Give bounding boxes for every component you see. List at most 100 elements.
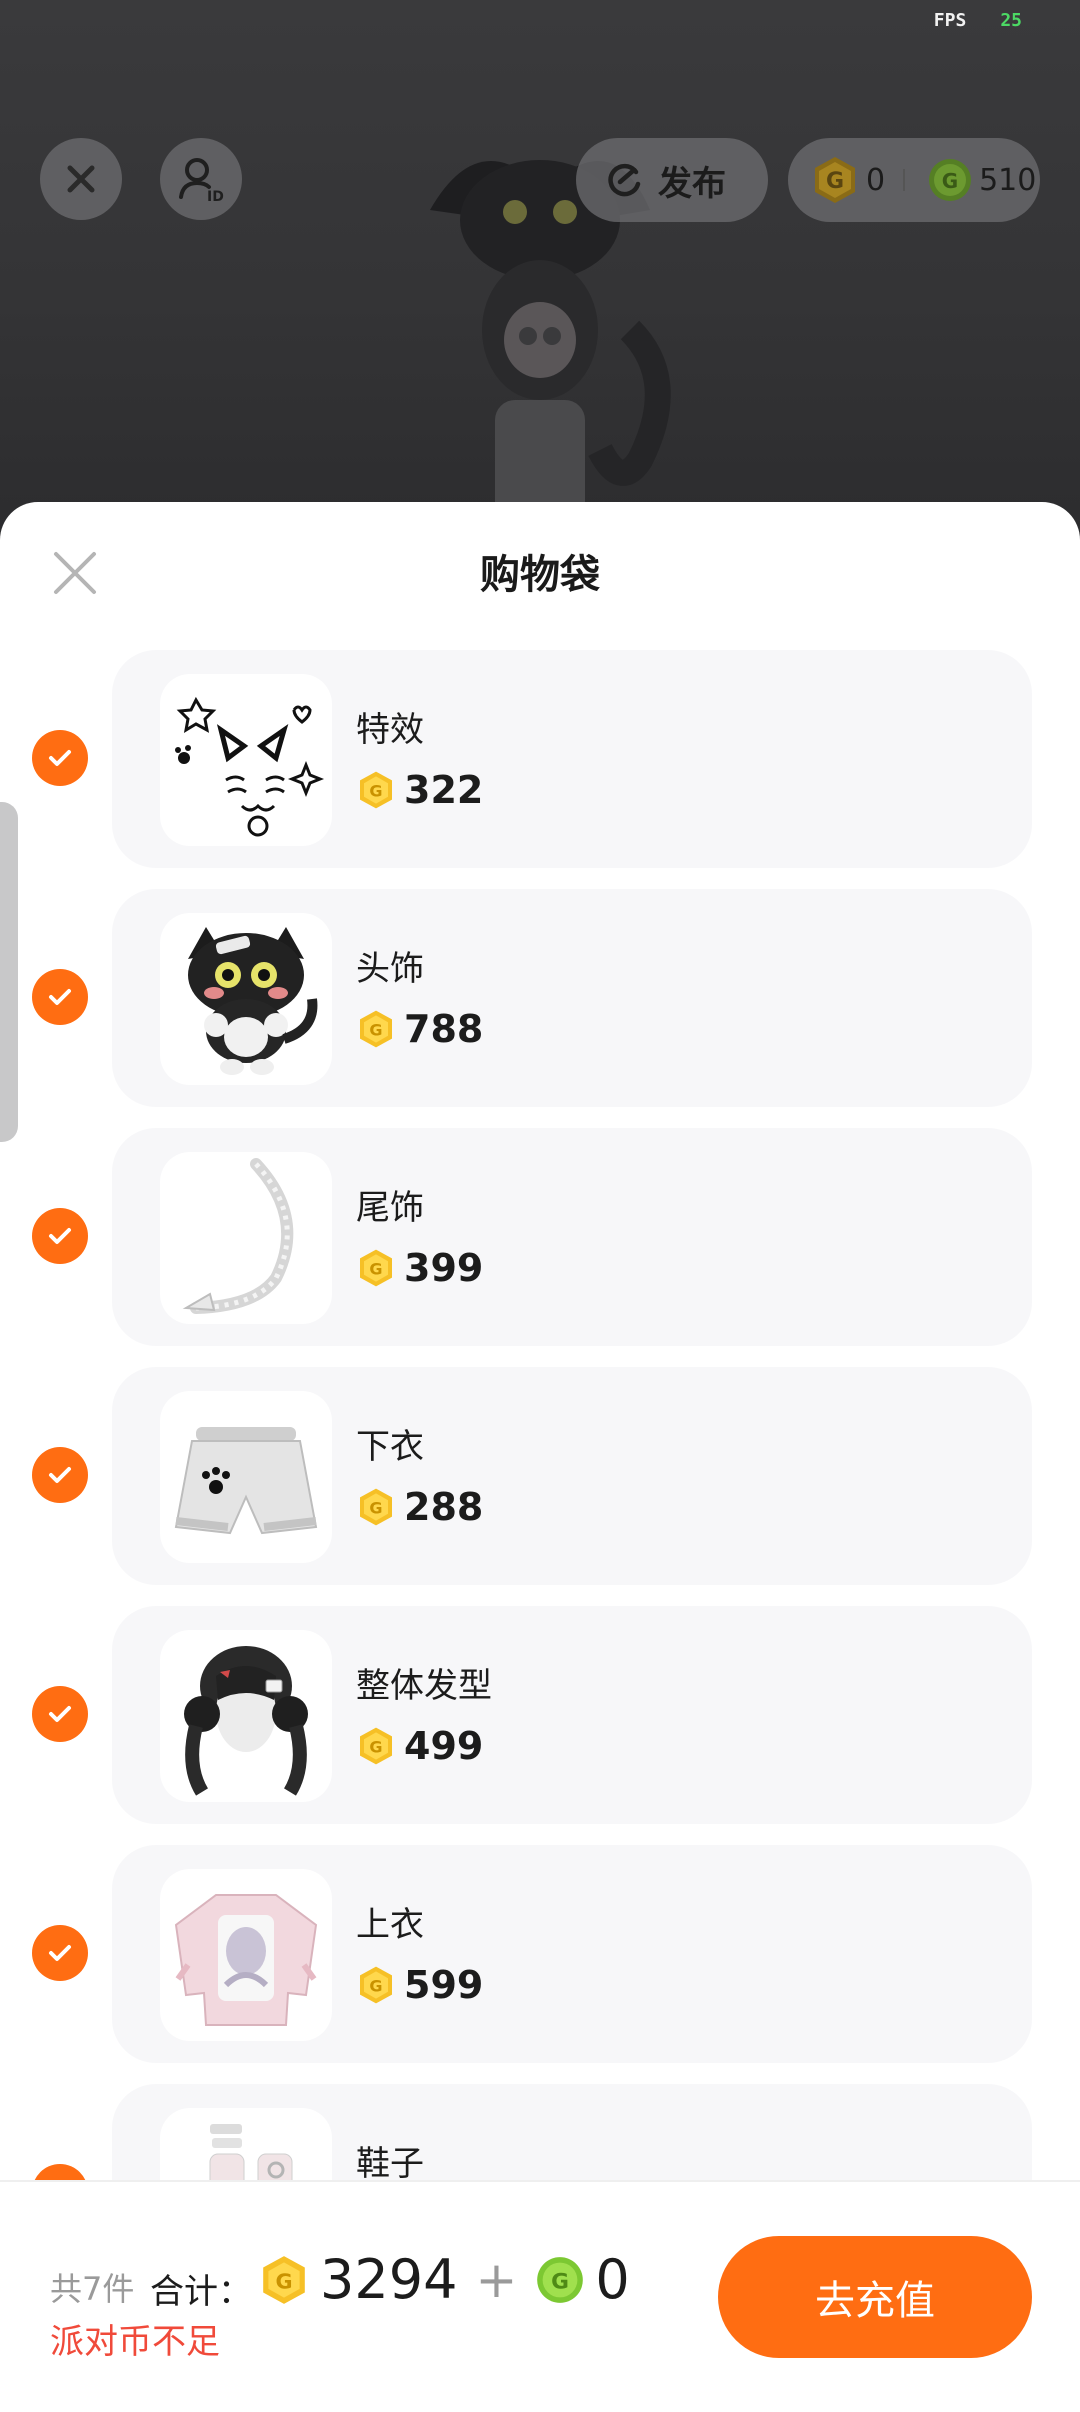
gold-coin-icon: G <box>360 771 392 809</box>
cart-item: 整体发型 G 499 <box>0 1606 1080 1824</box>
currency-balance-pill[interactable]: G 0 G 510 <box>788 138 1040 222</box>
user-id-icon: ID <box>179 158 224 203</box>
shorts-image <box>174 1427 318 1535</box>
total-amount: G 3294 + G 0 <box>258 2248 630 2311</box>
item-card[interactable]: 头饰 G 788 <box>112 889 1032 1107</box>
svg-text:G: G <box>369 1498 382 1517</box>
gold-coin-icon: G <box>360 1488 392 1526</box>
item-price-value: 499 <box>404 1724 484 1768</box>
item-name: 尾饰 <box>356 1188 424 1228</box>
item-thumbnail <box>160 913 332 1085</box>
sheet-title: 购物袋 <box>480 552 600 598</box>
game-scene: FPS 25 ID 发布 G 0 G 510 <box>0 0 1080 540</box>
item-price-value: 288 <box>404 1485 484 1529</box>
svg-text:ID: ID <box>207 189 224 203</box>
item-price: G 288 <box>356 1485 483 1529</box>
item-thumbnail <box>160 1630 332 1802</box>
fps-value: 25 <box>1000 10 1022 31</box>
cart-item: 上衣 G 599 <box>0 1845 1080 2063</box>
gold-coin-icon: G <box>360 1249 392 1287</box>
item-card[interactable]: 上衣 G 599 <box>112 1845 1032 2063</box>
fps-label: FPS <box>933 10 967 31</box>
item-thumbnail <box>160 674 332 846</box>
cart-item-list[interactable]: 特效 G 322 头饰 G 788 尾饰 G 399 下衣 G 288 整体发型… <box>0 650 1080 2180</box>
checkmark-icon <box>49 750 71 766</box>
item-thumbnail <box>160 2108 332 2180</box>
green-coin-icon: G <box>537 2256 584 2303</box>
publish-button[interactable]: 发布 <box>576 138 768 222</box>
item-checkbox[interactable] <box>32 2164 88 2180</box>
party-coin-balance: 0 <box>866 162 886 198</box>
item-checkbox[interactable] <box>32 1447 88 1503</box>
item-checkbox[interactable] <box>32 730 88 786</box>
cart-item: 下衣 G 288 <box>0 1367 1080 1585</box>
item-price: G 499 <box>356 1724 483 1768</box>
bone-tail-image <box>182 1158 294 1314</box>
item-card[interactable]: 鞋子 <box>112 2084 1032 2180</box>
green-coin-balance: 510 <box>979 162 1037 198</box>
checkout-footer: 共7件 合计： G 3294 + G 0 派对币不足 去充值 <box>0 2180 1080 2412</box>
item-price-value: 322 <box>404 768 484 812</box>
item-price: G 599 <box>356 1963 483 2007</box>
cart-item: 头饰 G 788 <box>0 889 1080 1107</box>
checkmark-icon <box>49 1228 71 1244</box>
gold-coin-icon: G <box>360 1966 392 2004</box>
item-price-value: 599 <box>404 1963 484 2007</box>
item-name: 鞋子 <box>356 2144 424 2180</box>
item-count: 共7件 <box>50 2270 135 2308</box>
green-coin-icon: G <box>929 159 972 201</box>
close-icon <box>67 165 95 193</box>
pink-top-image <box>174 1894 318 2026</box>
item-thumbnail <box>160 1869 332 2041</box>
gold-coin-icon: G <box>360 1727 392 1765</box>
item-checkbox[interactable] <box>32 969 88 1025</box>
item-name: 整体发型 <box>356 1666 492 1706</box>
svg-text:G: G <box>275 2269 292 2293</box>
shopping-bag-sheet: 购物袋 特效 G 322 头饰 G 788 尾饰 G 399 下衣 G 288 … <box>0 502 1080 2412</box>
item-price: G 399 <box>356 1246 483 1290</box>
insufficient-balance-warning: 派对币不足 <box>50 2322 220 2362</box>
svg-text:G: G <box>551 2269 569 2294</box>
item-card[interactable]: 下衣 G 288 <box>112 1367 1032 1585</box>
total-green-coin: 0 <box>595 2248 630 2311</box>
cat-face-effect-image <box>175 696 325 837</box>
close-button[interactable] <box>40 138 122 220</box>
item-thumbnail <box>160 1152 332 1324</box>
cart-item: 特效 G 322 <box>0 650 1080 868</box>
total-label: 合计： <box>150 2272 252 2312</box>
item-checkbox[interactable] <box>32 1686 88 1742</box>
recharge-button[interactable]: 去充值 <box>718 2236 1032 2358</box>
svg-text:G: G <box>826 169 844 194</box>
checkmark-icon <box>49 1706 71 1722</box>
item-name: 下衣 <box>356 1427 424 1467</box>
item-card[interactable]: 尾饰 G 399 <box>112 1128 1032 1346</box>
hairstyle-image <box>184 1646 308 1796</box>
checkmark-icon <box>49 989 71 1005</box>
item-card[interactable]: 整体发型 G 499 <box>112 1606 1032 1824</box>
checkmark-icon <box>49 1945 71 1961</box>
svg-text:G: G <box>369 1976 382 1995</box>
item-name: 特效 <box>356 710 424 750</box>
cart-item: 鞋子 <box>0 2084 1080 2180</box>
item-card[interactable]: 特效 G 322 <box>112 650 1032 868</box>
cart-item: 尾饰 G 399 <box>0 1128 1080 1346</box>
item-checkbox[interactable] <box>32 1208 88 1264</box>
plus-sign: + <box>475 2250 518 2309</box>
item-name: 上衣 <box>356 1905 424 1945</box>
publish-label: 发布 <box>658 163 726 204</box>
svg-text:G: G <box>369 1259 382 1278</box>
svg-text:G: G <box>942 169 958 193</box>
item-price-value: 788 <box>404 1007 484 1051</box>
gold-coin-icon: G <box>815 157 855 203</box>
fps-counter: FPS 25 <box>934 10 1022 31</box>
black-cat-headwear-image <box>188 927 318 1075</box>
svg-text:G: G <box>369 1020 382 1039</box>
publish-refresh-icon <box>608 163 641 197</box>
item-checkbox[interactable] <box>32 1925 88 1981</box>
gold-coin-icon: G <box>360 1010 392 1048</box>
item-price-value: 399 <box>404 1246 484 1290</box>
user-id-button[interactable]: ID <box>160 138 242 220</box>
gold-coin-icon: G <box>263 2255 305 2304</box>
item-thumbnail <box>160 1391 332 1563</box>
shoes-image <box>209 2124 293 2180</box>
